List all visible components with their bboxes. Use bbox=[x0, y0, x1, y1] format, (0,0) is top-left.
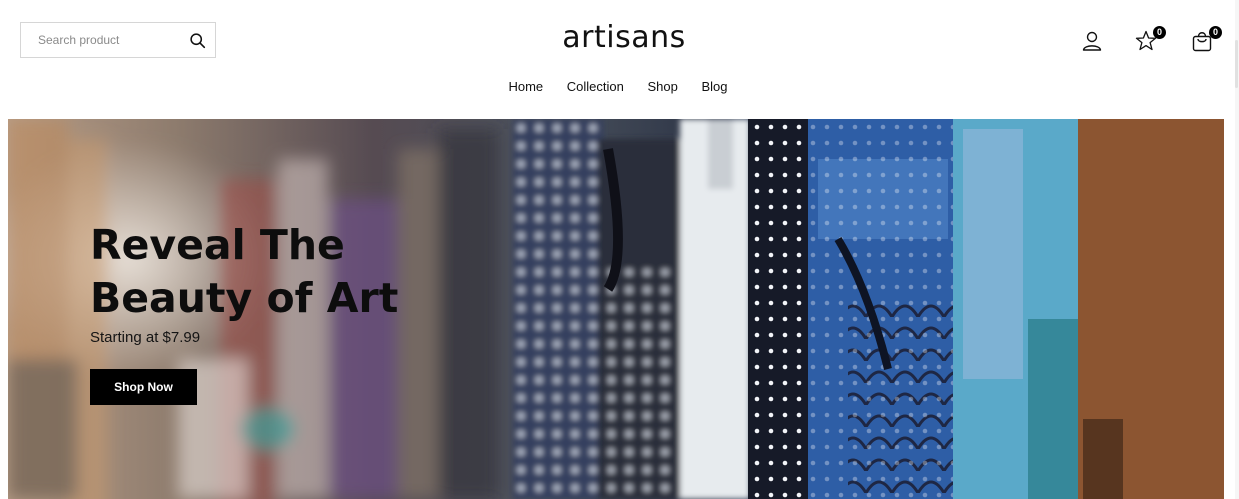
hero-title: Reveal The Beauty of Art bbox=[90, 219, 398, 325]
hero-title-line-1: Reveal The bbox=[90, 221, 345, 269]
account-button[interactable] bbox=[1080, 29, 1104, 53]
nav-item-home[interactable]: Home bbox=[508, 79, 543, 94]
wishlist-count-badge: 0 bbox=[1153, 26, 1166, 39]
nav-item-shop[interactable]: Shop bbox=[648, 79, 678, 94]
nav-item-blog[interactable]: Blog bbox=[702, 79, 728, 94]
main-nav: Home Collection Shop Blog bbox=[0, 79, 1236, 94]
user-icon bbox=[1082, 31, 1102, 51]
scrollbar-thumb[interactable] bbox=[1235, 40, 1238, 88]
hero-subtitle: Starting at $7.99 bbox=[90, 329, 201, 346]
hero-title-line-2: Beauty of Art bbox=[90, 274, 399, 322]
shop-now-button[interactable]: Shop Now bbox=[90, 369, 197, 405]
page-scrollbar[interactable] bbox=[1235, 0, 1239, 499]
hero-banner: Reveal The Beauty of Art Starting at $7.… bbox=[8, 119, 1224, 499]
cart-count-badge: 0 bbox=[1209, 26, 1222, 39]
site-logo[interactable]: artisans bbox=[0, 20, 1239, 55]
wishlist-button[interactable]: 0 bbox=[1134, 26, 1166, 53]
cart-button[interactable]: 0 bbox=[1190, 26, 1222, 53]
nav-item-collection[interactable]: Collection bbox=[567, 79, 624, 94]
